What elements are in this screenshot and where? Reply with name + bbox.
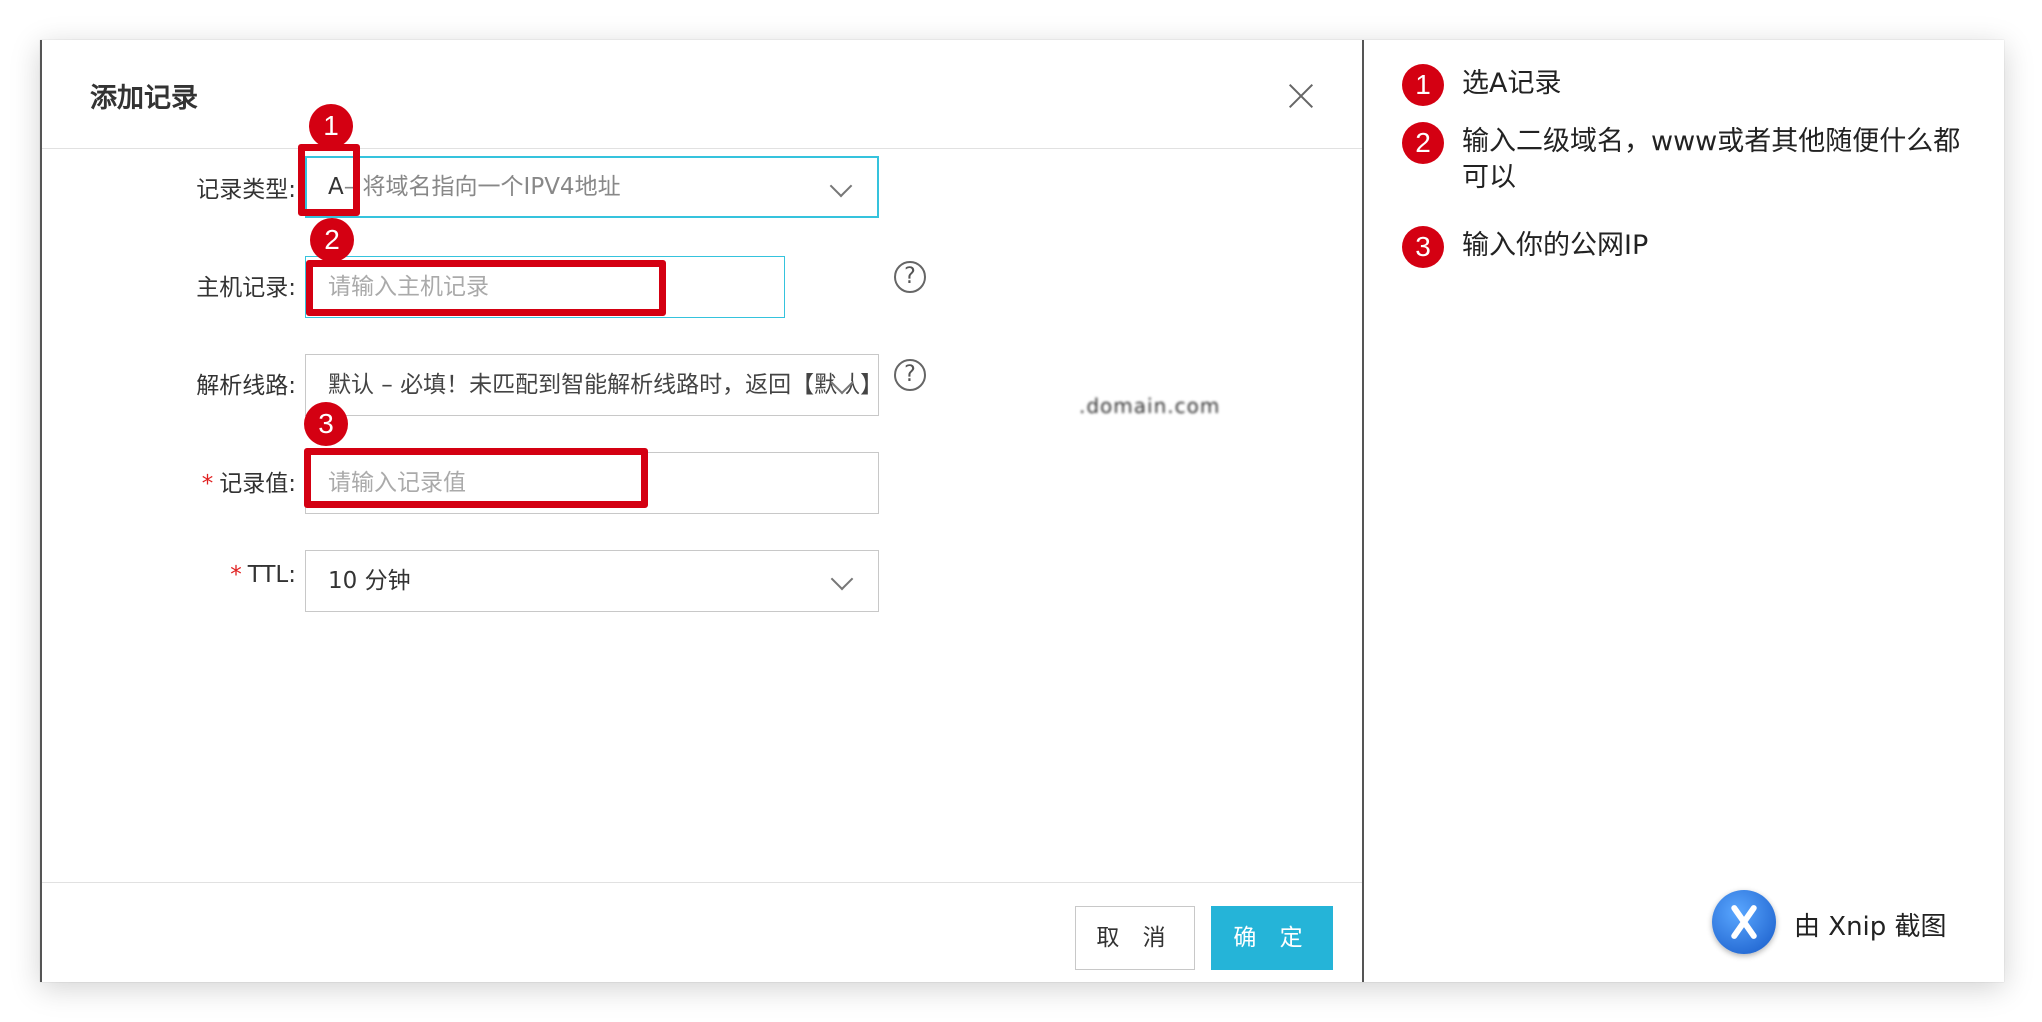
add-record-dialog: 添加记录 记录类型: A– 将域名指向一个IPV4地址 主机记录: 请输入主机记…: [42, 40, 1364, 982]
record-value-label-text: 记录值:: [219, 471, 296, 497]
ttl-label: * TTL:: [96, 562, 296, 588]
cancel-button[interactable]: 取 消: [1075, 906, 1195, 970]
note-text: 输入二级域名，www或者其他随便什么都可以: [1462, 126, 1961, 193]
chevron-down-icon: [829, 174, 853, 198]
xnip-logo-icon: [1712, 890, 1776, 954]
note-number-badge: 2: [1402, 122, 1444, 164]
line-label: 解析线路:: [196, 373, 296, 399]
ttl-label-text: TTL:: [247, 562, 296, 588]
record-type-desc: – 将域名指向一个IPV4地址: [343, 174, 621, 200]
domain-suffix: .domain.com: [1079, 394, 1221, 418]
dialog-title: 添加记录: [90, 83, 198, 114]
note-number-badge: 1: [1402, 64, 1444, 106]
dialog-header: 添加记录: [42, 40, 1362, 149]
annotation-badge-3: 3: [304, 402, 348, 446]
host-record-label: 主机记录:: [196, 275, 296, 301]
required-mark: *: [201, 471, 214, 497]
annotation-box-2: [306, 260, 666, 316]
annotation-badge-2: 2: [310, 218, 354, 262]
xnip-watermark-text: 由 Xnip 截图: [1794, 912, 1947, 942]
xnip-watermark: 由 Xnip 截图: [1712, 890, 1992, 960]
record-type-select[interactable]: A– 将域名指向一个IPV4地址: [305, 156, 879, 218]
instruction-notes: 1 选A记录 2 输入二级域名，www或者其他随便什么都可以 3 输入你的公网I…: [1364, 40, 2004, 982]
note-text: 选A记录: [1462, 68, 1562, 99]
close-icon[interactable]: [1285, 80, 1317, 112]
annotation-box-1: [298, 144, 360, 216]
confirm-button[interactable]: 确 定: [1211, 906, 1333, 970]
note-text: 输入你的公网IP: [1462, 230, 1649, 261]
ttl-select[interactable]: 10 分钟: [305, 550, 879, 612]
line-value: 默认 – 必填！未匹配到智能解析线路时，返回【默认】线路...: [328, 372, 878, 398]
chevron-down-icon: [830, 567, 854, 591]
record-type-label: 记录类型:: [196, 177, 296, 203]
required-mark: *: [230, 562, 242, 588]
line-select[interactable]: 默认 – 必填！未匹配到智能解析线路时，返回【默认】线路...: [305, 354, 879, 416]
screenshot-frame: 添加记录 记录类型: A– 将域名指向一个IPV4地址 主机记录: 请输入主机记…: [40, 40, 2004, 982]
annotation-badge-1: 1: [309, 104, 353, 148]
annotation-box-3: [304, 448, 648, 508]
ttl-value: 10 分钟: [328, 568, 411, 594]
record-value-label: * 记录值:: [96, 464, 296, 498]
help-icon[interactable]: ?: [894, 261, 926, 293]
help-icon[interactable]: ?: [894, 359, 926, 391]
note-number-badge: 3: [1402, 226, 1444, 268]
